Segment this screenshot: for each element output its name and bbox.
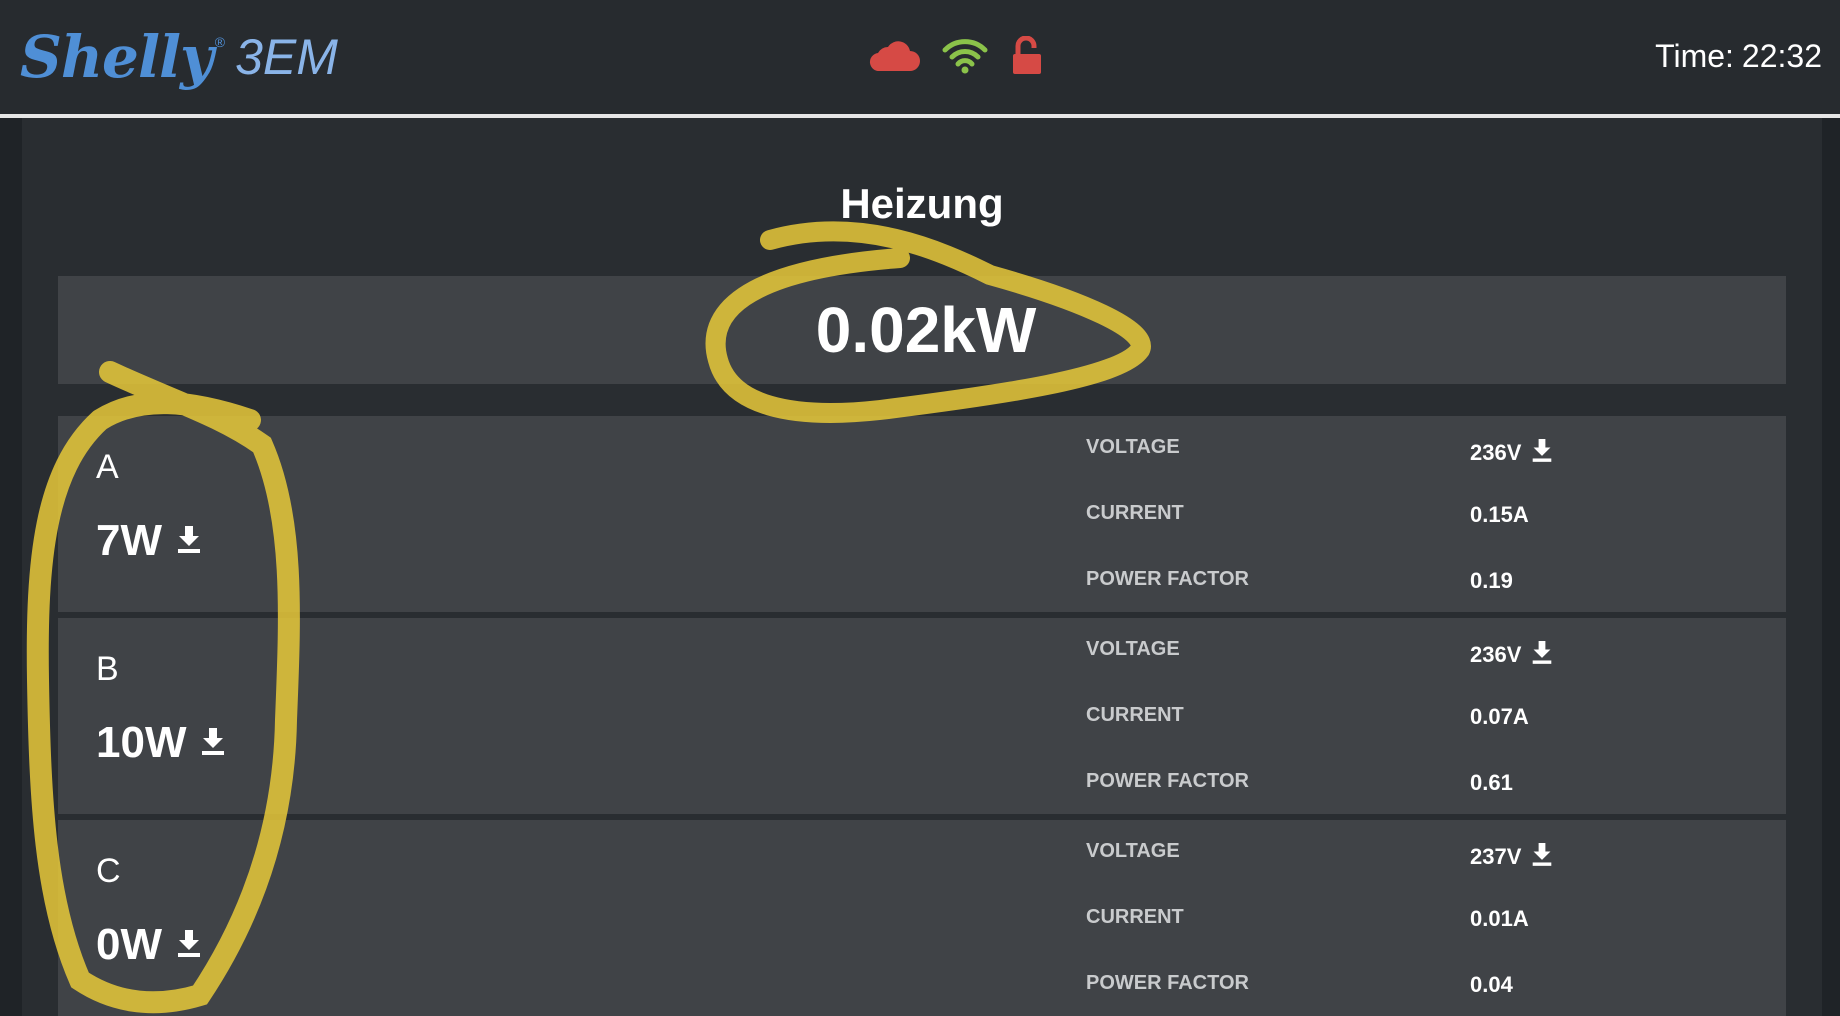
- shelly-logo: Shelly ® 3EM: [20, 22, 338, 92]
- phase-c-card: C 0W VOLTAGE 237V CURRENT 0.01A POWER FA…: [58, 820, 1786, 1016]
- phase-power-value: 7W: [96, 516, 162, 565]
- power-factor-label: POWER FACTOR: [1086, 770, 1249, 792]
- wifi-icon[interactable]: [942, 38, 988, 74]
- download-icon[interactable]: [1531, 436, 1553, 470]
- phase-power-value: 10W: [96, 718, 187, 767]
- phase-b-card: B 10W VOLTAGE 236V CURRENT 0.07A POWER F…: [58, 618, 1786, 814]
- current-label: CURRENT: [1086, 906, 1184, 928]
- clock: Time: 22:32: [1655, 38, 1822, 75]
- registered-mark: ®: [214, 34, 226, 50]
- voltage-reading: 236V: [1470, 642, 1522, 667]
- download-icon[interactable]: [176, 928, 202, 963]
- phase-a-card: A 7W VOLTAGE 236V CURRENT 0.15A POWER FA…: [58, 416, 1786, 612]
- power-factor-label: POWER FACTOR: [1086, 972, 1249, 994]
- phase-name: A: [96, 448, 119, 486]
- cloud-icon[interactable]: [868, 39, 920, 73]
- unlock-icon[interactable]: [1010, 36, 1044, 76]
- brand-name: Shelly: [20, 23, 214, 91]
- voltage-value: 236V: [1470, 436, 1553, 470]
- download-icon[interactable]: [1531, 840, 1553, 874]
- power-factor-label: POWER FACTOR: [1086, 568, 1249, 590]
- download-icon[interactable]: [1531, 638, 1553, 672]
- status-icons: [868, 36, 1044, 76]
- top-bar: Shelly ® 3EM Time: 22:32: [0, 0, 1840, 114]
- device-panel: Heizung 0.02kW A 7W VOLTAGE 236V CURRENT…: [22, 118, 1822, 1016]
- phase-power: 0W: [96, 920, 202, 970]
- power-factor-value: 0.04: [1470, 972, 1513, 997]
- phase-name: C: [96, 852, 121, 890]
- current-value: 0.15A: [1470, 502, 1529, 527]
- phase-power-value: 0W: [96, 920, 162, 969]
- power-factor-value: 0.61: [1470, 770, 1513, 795]
- download-icon[interactable]: [176, 524, 202, 559]
- model-name: 3EM: [235, 29, 338, 85]
- voltage-label: VOLTAGE: [1086, 436, 1180, 458]
- voltage-value: 237V: [1470, 840, 1553, 874]
- phase-name: B: [96, 650, 119, 688]
- current-value: 0.01A: [1470, 906, 1529, 931]
- voltage-value: 236V: [1470, 638, 1553, 672]
- voltage-label: VOLTAGE: [1086, 638, 1180, 660]
- current-label: CURRENT: [1086, 502, 1184, 524]
- total-power-value: 0.02kW: [815, 294, 1037, 366]
- phase-power: 7W: [96, 516, 202, 566]
- current-label: CURRENT: [1086, 704, 1184, 726]
- total-power-box: 0.02kW: [58, 276, 1786, 384]
- power-factor-value: 0.19: [1470, 568, 1513, 593]
- time-value: 22:32: [1741, 38, 1822, 74]
- voltage-reading: 236V: [1470, 440, 1522, 465]
- device-name[interactable]: Heizung: [22, 180, 1822, 228]
- phase-power: 10W: [96, 718, 226, 768]
- download-icon[interactable]: [200, 726, 226, 761]
- time-label: Time:: [1655, 38, 1734, 74]
- voltage-reading: 237V: [1470, 844, 1522, 869]
- voltage-label: VOLTAGE: [1086, 840, 1180, 862]
- current-value: 0.07A: [1470, 704, 1529, 729]
